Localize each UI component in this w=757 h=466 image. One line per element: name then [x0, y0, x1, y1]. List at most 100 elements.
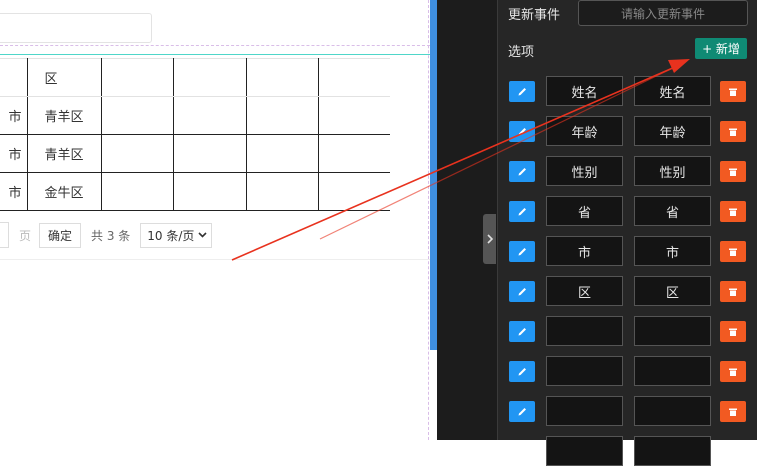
- canvas-scrollbar[interactable]: [430, 0, 437, 350]
- option-row: [498, 396, 757, 426]
- delete-option-button[interactable]: [720, 161, 746, 182]
- option-value-input[interactable]: 市: [634, 236, 711, 266]
- option-value-input[interactable]: [634, 396, 711, 426]
- table-header-row: 区: [0, 58, 390, 97]
- option-value-input[interactable]: [634, 356, 711, 386]
- page-jump-input[interactable]: [0, 222, 9, 248]
- table-cell: 金牛区: [27, 172, 103, 211]
- property-panel: 更新事件 请输入更新事件 选项 + 新增 姓名 姓名 年龄 年龄 性别 性别 省…: [497, 0, 757, 466]
- table-header-cell: [0, 58, 29, 97]
- trash-icon: [729, 128, 737, 136]
- table-cell: 市: [0, 96, 29, 135]
- delete-option-button[interactable]: [720, 401, 746, 422]
- option-value-input[interactable]: 区: [634, 276, 711, 306]
- option-label-input[interactable]: [546, 316, 623, 346]
- option-row: 市 市: [498, 236, 757, 266]
- option-value-input[interactable]: 姓名: [634, 76, 711, 106]
- update-event-input[interactable]: 请输入更新事件: [578, 0, 748, 26]
- edit-option-button[interactable]: [509, 401, 535, 422]
- page-size-select[interactable]: 10 条/页: [140, 222, 213, 248]
- table-cell: [317, 96, 390, 135]
- table-row: 市 金牛区: [0, 172, 390, 211]
- trash-icon: [729, 328, 737, 336]
- edit-option-button[interactable]: [509, 161, 535, 182]
- trash-icon: [729, 288, 737, 296]
- table-cell: [317, 172, 390, 211]
- edit-option-button[interactable]: [509, 241, 535, 262]
- pencil-icon: [518, 128, 526, 136]
- pencil-icon: [518, 88, 526, 96]
- option-value-input[interactable]: 省: [634, 196, 711, 226]
- option-label-input[interactable]: 性别: [546, 156, 623, 186]
- table-cell: [101, 96, 175, 135]
- table-row: 市 青羊区: [0, 134, 390, 173]
- update-event-label: 更新事件: [508, 8, 561, 23]
- table-cell: [245, 172, 319, 211]
- option-label-input[interactable]: [546, 436, 623, 466]
- table-header-cell: [317, 58, 390, 97]
- pencil-icon: [518, 368, 526, 376]
- table-header-cell: [173, 58, 247, 97]
- table-cell: 市: [0, 172, 29, 211]
- option-row: 区 区: [498, 276, 757, 306]
- option-row: [498, 356, 757, 386]
- table-cell: 青羊区: [27, 96, 103, 135]
- editor-canvas: 区 市 青羊区 市 青羊区 市 金牛区 页 确定 共 3 条 10 条/页: [0, 0, 430, 440]
- edit-option-button[interactable]: [509, 81, 535, 102]
- options-label: 选项: [508, 45, 535, 60]
- table-cell: 青羊区: [27, 134, 103, 173]
- option-value-input[interactable]: [634, 316, 711, 346]
- table-header-cell: [245, 58, 319, 97]
- total-count: 共 3 条: [91, 228, 131, 243]
- chevron-right-icon: [486, 234, 493, 244]
- option-label-input[interactable]: [546, 396, 623, 426]
- option-row: 省 省: [498, 196, 757, 226]
- pencil-icon: [518, 408, 526, 416]
- edit-option-button[interactable]: [509, 361, 535, 382]
- delete-option-button[interactable]: [720, 361, 746, 382]
- pencil-icon: [518, 328, 526, 336]
- table-header-cell: 区: [27, 58, 103, 97]
- option-value-input[interactable]: 性别: [634, 156, 711, 186]
- option-label-input[interactable]: 区: [546, 276, 623, 306]
- edit-option-button[interactable]: [509, 201, 535, 222]
- table-cell: [173, 134, 247, 173]
- trash-icon: [729, 88, 737, 96]
- edit-option-button[interactable]: [509, 281, 535, 302]
- add-option-button[interactable]: + 新增: [695, 38, 747, 59]
- divider: [0, 259, 430, 260]
- delete-option-button[interactable]: [720, 241, 746, 262]
- option-label-input[interactable]: [546, 356, 623, 386]
- pagination: 页 确定 共 3 条 10 条/页: [0, 221, 213, 249]
- trash-icon: [729, 248, 737, 256]
- table-cell: [245, 134, 319, 173]
- option-label-input[interactable]: 市: [546, 236, 623, 266]
- guide-line: [0, 45, 430, 46]
- delete-option-button[interactable]: [720, 81, 746, 102]
- delete-option-button[interactable]: [720, 281, 746, 302]
- option-label-input[interactable]: 省: [546, 196, 623, 226]
- table-row: 市 青羊区: [0, 96, 390, 135]
- option-label-input[interactable]: 年龄: [546, 116, 623, 146]
- collapse-panel-button[interactable]: [483, 214, 496, 264]
- option-row: 姓名 姓名: [498, 76, 757, 106]
- page-confirm-button[interactable]: 确定: [39, 222, 82, 248]
- option-row: [498, 316, 757, 346]
- option-value-input[interactable]: 年龄: [634, 116, 711, 146]
- delete-option-button[interactable]: [720, 121, 746, 142]
- option-value-input[interactable]: [634, 436, 711, 466]
- option-row: 年龄 年龄: [498, 116, 757, 146]
- option-label-input[interactable]: 姓名: [546, 76, 623, 106]
- edit-option-button[interactable]: [509, 121, 535, 142]
- guide-line: [428, 0, 429, 440]
- chevron-down-icon: [198, 232, 208, 238]
- edit-option-button[interactable]: [509, 321, 535, 342]
- table-cell: [173, 172, 247, 211]
- table-cell: [101, 134, 175, 173]
- delete-option-button[interactable]: [720, 321, 746, 342]
- trash-icon: [729, 208, 737, 216]
- pencil-icon: [518, 208, 526, 216]
- page-unit-label: 页: [19, 228, 32, 243]
- canvas-input[interactable]: [0, 13, 152, 43]
- delete-option-button[interactable]: [720, 201, 746, 222]
